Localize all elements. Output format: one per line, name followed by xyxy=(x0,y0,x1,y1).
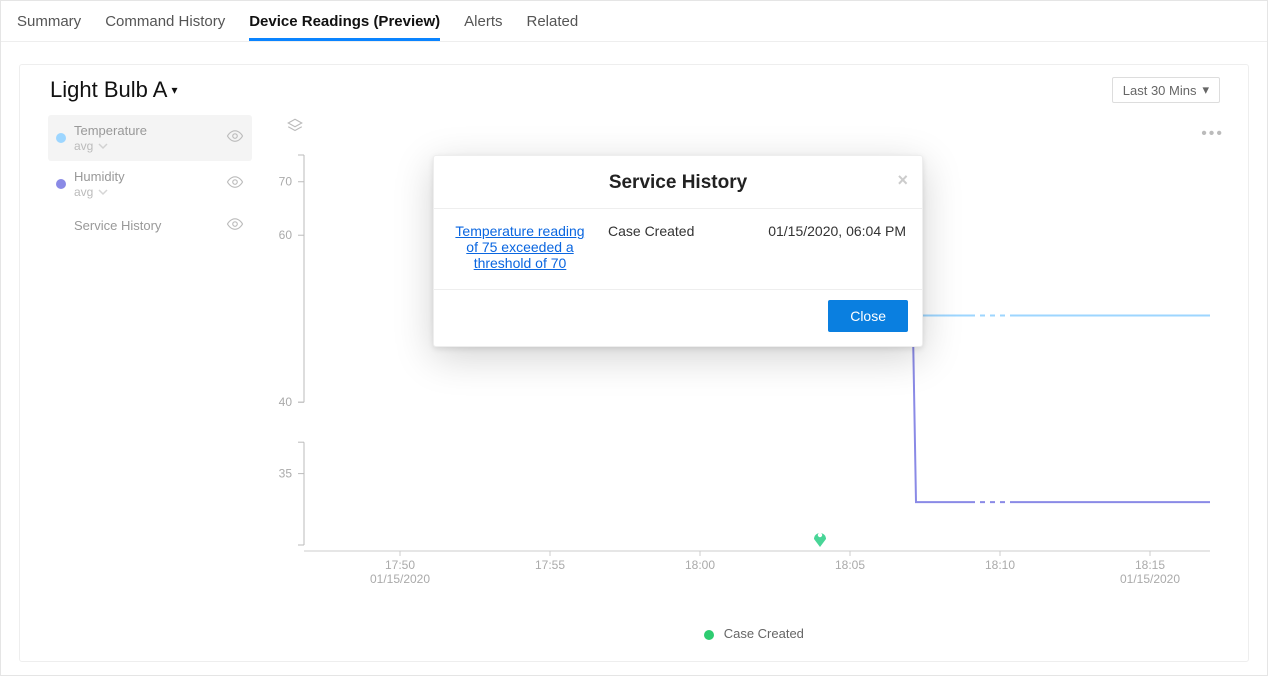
series-sidebar: TemperatureavgHumidityavgService History xyxy=(20,109,260,649)
close-icon[interactable]: × xyxy=(897,170,908,191)
visibility-icon[interactable] xyxy=(226,215,244,236)
time-range-select[interactable]: Last 30 Mins ▾ xyxy=(1112,77,1220,103)
tab-alerts[interactable]: Alerts xyxy=(464,7,502,41)
event-status: Case Created xyxy=(608,223,694,271)
svg-text:70: 70 xyxy=(279,175,293,189)
y-axis: 70 60 40 35 xyxy=(279,155,304,545)
visibility-icon[interactable] xyxy=(226,173,244,194)
tab-related[interactable]: Related xyxy=(526,7,578,41)
svg-text:01/15/2020: 01/15/2020 xyxy=(1120,572,1180,586)
caret-down-icon: ▾ xyxy=(171,83,177,97)
svg-text:01/15/2020: 01/15/2020 xyxy=(370,572,430,586)
series-item-humidity[interactable]: Humidityavg xyxy=(48,161,252,207)
series-item-temperature[interactable]: Temperatureavg xyxy=(48,115,252,161)
event-time: 01/15/2020, 06:04 PM xyxy=(768,223,906,271)
tabs-bar: Summary Command History Device Readings (P… xyxy=(1,1,1267,42)
event-legend: Case Created xyxy=(260,626,1248,641)
svg-text:17:50: 17:50 xyxy=(385,558,415,572)
svg-text:40: 40 xyxy=(279,395,293,409)
event-legend-label: Case Created xyxy=(724,626,804,641)
series-item-service-history[interactable]: Service History xyxy=(48,207,252,244)
svg-text:35: 35 xyxy=(279,467,293,481)
device-title-text: Light Bulb A xyxy=(50,77,167,103)
more-icon[interactable]: ••• xyxy=(1201,125,1224,143)
time-range-label: Last 30 Mins xyxy=(1123,83,1197,98)
caret-down-icon: ▾ xyxy=(1202,82,1209,98)
svg-text:17:55: 17:55 xyxy=(535,558,565,572)
readings-card: Light Bulb A ▾ Last 30 Mins ▾ Temperatur… xyxy=(19,64,1249,662)
layers-icon[interactable] xyxy=(286,117,304,138)
event-marker[interactable] xyxy=(814,533,826,547)
tab-command-history[interactable]: Command History xyxy=(105,7,225,41)
device-title[interactable]: Light Bulb A ▾ xyxy=(50,77,177,103)
event-link[interactable]: Temperature reading of 75 exceeded a thr… xyxy=(450,223,590,271)
svg-text:18:10: 18:10 xyxy=(985,558,1015,572)
tab-summary[interactable]: Summary xyxy=(17,7,81,41)
series-color-dot xyxy=(56,133,66,143)
x-axis: 17:5001/15/202017:5518:0018:0518:1018:15… xyxy=(304,551,1210,586)
close-button[interactable]: Close xyxy=(828,300,908,332)
visibility-icon[interactable] xyxy=(226,127,244,148)
svg-text:18:05: 18:05 xyxy=(835,558,865,572)
svg-text:18:00: 18:00 xyxy=(685,558,715,572)
tab-device-readings-preview-[interactable]: Device Readings (Preview) xyxy=(249,7,440,41)
svg-text:60: 60 xyxy=(279,228,293,242)
event-dot-icon xyxy=(704,630,714,640)
service-history-dialog: Service History × Temperature reading of… xyxy=(433,155,923,347)
dialog-title: Service History xyxy=(609,172,747,193)
svg-text:18:15: 18:15 xyxy=(1135,558,1165,572)
series-color-dot xyxy=(56,179,66,189)
